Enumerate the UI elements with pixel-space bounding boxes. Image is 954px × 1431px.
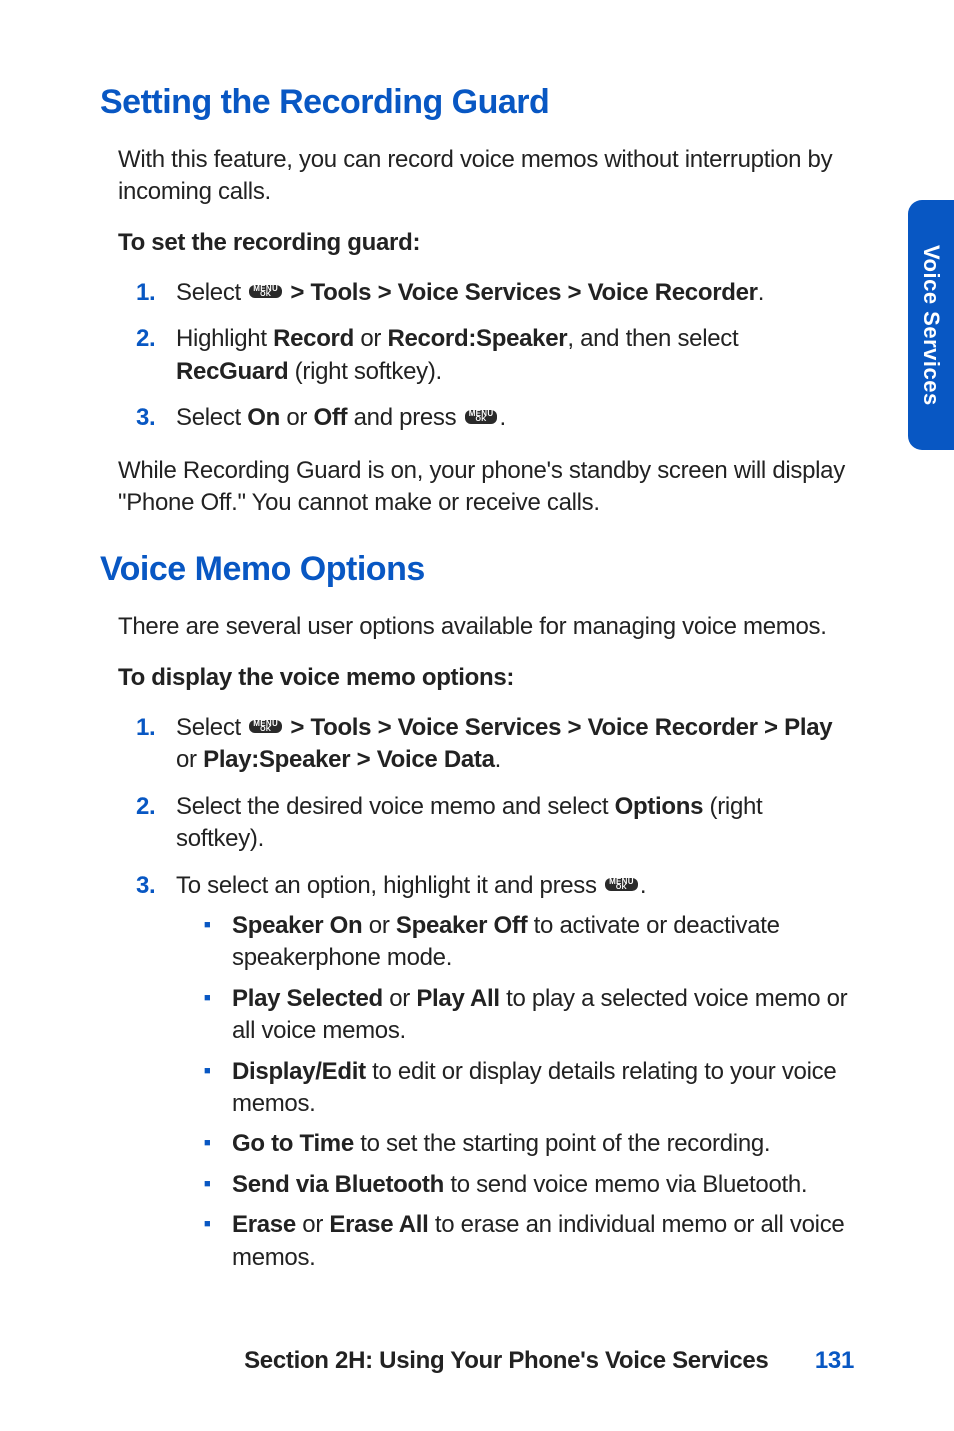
intro-recording-guard: With this feature, you can record voice … bbox=[118, 144, 854, 209]
page-footer: Section 2H: Using Your Phone's Voice Ser… bbox=[0, 1345, 954, 1377]
bold: Speaker On bbox=[232, 912, 362, 939]
step-body: Select On or Off and press MENUOK. bbox=[176, 402, 854, 434]
subhead-recording-guard: To set the recording guard: bbox=[118, 227, 854, 259]
menu-ok-icon: MENUOK bbox=[465, 410, 498, 423]
page-number: 131 bbox=[815, 1347, 854, 1374]
step-2: 2. Highlight Record or Record:Speaker, a… bbox=[136, 323, 854, 388]
text: to set the starting point of the recordi… bbox=[354, 1130, 770, 1157]
side-tab-label: Voice Services bbox=[916, 245, 946, 406]
steps-recording-guard: 1. Select MENUOK > Tools > Voice Service… bbox=[136, 277, 854, 435]
step-body: Select MENUOK > Tools > Voice Services >… bbox=[176, 712, 854, 777]
bold: Go to Time bbox=[232, 1130, 354, 1157]
bold: Send via Bluetooth bbox=[232, 1171, 444, 1198]
menu-ok-icon: MENUOK bbox=[249, 720, 282, 733]
step-number: 3. bbox=[136, 402, 176, 434]
text: Select bbox=[176, 714, 247, 741]
bold: Erase All bbox=[329, 1211, 428, 1238]
menu-path: Play:Speaker > Voice Data bbox=[203, 746, 495, 773]
step-body: Select MENUOK > Tools > Voice Services >… bbox=[176, 277, 854, 309]
icon-bottom: OK bbox=[476, 417, 487, 422]
step-number: 2. bbox=[136, 791, 176, 856]
icon-bottom: OK bbox=[616, 885, 627, 890]
step-1: 1. Select MENUOK > Tools > Voice Service… bbox=[136, 277, 854, 309]
text: (right softkey). bbox=[288, 358, 442, 385]
icon-bottom: OK bbox=[260, 727, 271, 732]
text: or bbox=[296, 1211, 329, 1238]
text: Highlight bbox=[176, 325, 273, 352]
intro-voice-memo: There are several user options available… bbox=[118, 611, 854, 643]
menu-path: > Tools > Voice Services > Voice Recorde… bbox=[284, 714, 832, 741]
step-3: 3. Select On or Off and press MENUOK. bbox=[136, 402, 854, 434]
bullet-display-edit: Display/Edit to edit or display details … bbox=[204, 1056, 854, 1121]
bullet-erase: Erase or Erase All to erase an individua… bbox=[204, 1209, 854, 1274]
bold: Speaker Off bbox=[396, 912, 527, 939]
bullet-send-bluetooth: Send via Bluetooth to send voice memo vi… bbox=[204, 1169, 854, 1201]
bold: Display/Edit bbox=[232, 1058, 366, 1085]
step-3: 3. To select an option, highlight it and… bbox=[136, 870, 854, 1282]
text: and press bbox=[347, 404, 462, 431]
step-body: Highlight Record or Record:Speaker, and … bbox=[176, 323, 854, 388]
bold: Erase bbox=[232, 1211, 296, 1238]
text: or bbox=[383, 985, 416, 1012]
text: Select the desired voice memo and select bbox=[176, 793, 615, 820]
text: . bbox=[499, 404, 505, 431]
bold: Play Selected bbox=[232, 985, 383, 1012]
text: . bbox=[640, 872, 646, 899]
bold: Play All bbox=[416, 985, 499, 1012]
step-number: 3. bbox=[136, 870, 176, 1282]
text: or bbox=[354, 325, 387, 352]
menu-ok-icon: MENUOK bbox=[249, 285, 282, 298]
bold: On bbox=[247, 404, 280, 431]
menu-path: > Tools > Voice Services > Voice Recorde… bbox=[284, 279, 758, 306]
steps-voice-memo: 1. Select MENUOK > Tools > Voice Service… bbox=[136, 712, 854, 1282]
bold: Options bbox=[615, 793, 704, 820]
subhead-voice-memo: To display the voice memo options: bbox=[118, 662, 854, 694]
text: To select an option, highlight it and pr… bbox=[176, 872, 603, 899]
text: , and then select bbox=[567, 325, 738, 352]
option-bullets: Speaker On or Speaker Off to activate or… bbox=[204, 910, 854, 1274]
step-2: 2. Select the desired voice memo and sel… bbox=[136, 791, 854, 856]
bullet-speaker: Speaker On or Speaker Off to activate or… bbox=[204, 910, 854, 975]
footer-section: Section 2H: Using Your Phone's Voice Ser… bbox=[244, 1347, 768, 1374]
step-body: Select the desired voice memo and select… bbox=[176, 791, 854, 856]
step-1: 1. Select MENUOK > Tools > Voice Service… bbox=[136, 712, 854, 777]
text: or bbox=[280, 404, 313, 431]
text: or bbox=[362, 912, 395, 939]
text: or bbox=[176, 746, 203, 773]
note-recording-guard: While Recording Guard is on, your phone'… bbox=[118, 455, 854, 520]
page-content: Setting the Recording Guard With this fe… bbox=[0, 0, 954, 1282]
text: . bbox=[495, 746, 501, 773]
side-tab: Voice Services bbox=[908, 200, 954, 450]
text: Select bbox=[176, 279, 247, 306]
menu-ok-icon: MENUOK bbox=[605, 878, 638, 891]
heading-recording-guard: Setting the Recording Guard bbox=[100, 80, 854, 126]
text: Select bbox=[176, 404, 247, 431]
step-number: 1. bbox=[136, 712, 176, 777]
bold: Record:Speaker bbox=[387, 325, 567, 352]
bold: Record bbox=[273, 325, 354, 352]
text: to send voice memo via Bluetooth. bbox=[444, 1171, 807, 1198]
text: . bbox=[758, 279, 764, 306]
step-body: To select an option, highlight it and pr… bbox=[176, 870, 854, 1282]
bold: RecGuard bbox=[176, 358, 288, 385]
heading-voice-memo-options: Voice Memo Options bbox=[100, 547, 854, 593]
bold: Off bbox=[314, 404, 348, 431]
step-number: 1. bbox=[136, 277, 176, 309]
bullet-goto-time: Go to Time to set the starting point of … bbox=[204, 1128, 854, 1160]
bullet-play: Play Selected or Play All to play a sele… bbox=[204, 983, 854, 1048]
icon-bottom: OK bbox=[260, 292, 271, 297]
step-number: 2. bbox=[136, 323, 176, 388]
